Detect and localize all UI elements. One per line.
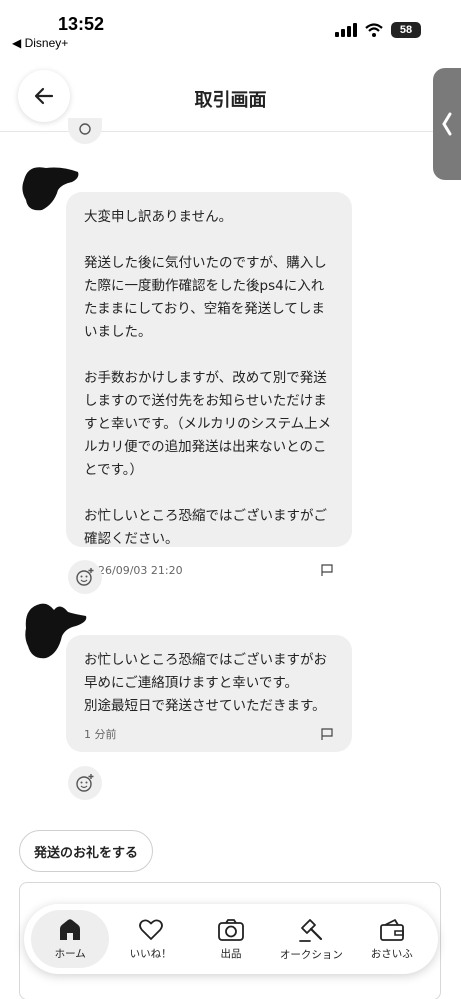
- nav-likes[interactable]: いいね！: [112, 910, 190, 968]
- reaction-button[interactable]: [68, 766, 102, 800]
- nav-wallet[interactable]: おさいふ: [353, 910, 431, 968]
- camera-icon: [218, 918, 244, 941]
- signal-icon: [335, 23, 357, 37]
- message-meta: 1 分前: [84, 726, 334, 742]
- wallet-icon: [379, 918, 404, 941]
- message-bubble: 大変申し訳ありません。 発送した後に気付いたのですが、購入した際に一度動作確認を…: [66, 192, 352, 577]
- reaction-button[interactable]: [68, 118, 102, 144]
- smiley-add-icon: [76, 774, 94, 792]
- nav-sell[interactable]: 出品: [192, 910, 270, 968]
- chevron-left-icon: [442, 112, 452, 136]
- back-to-app-link[interactable]: ◀ Disney+: [12, 36, 68, 50]
- smiley-add-icon: [76, 568, 94, 586]
- message-meta: 2026/09/03 21:20: [84, 563, 334, 577]
- nav-label: ホーム: [54, 947, 86, 960]
- send-thanks-button[interactable]: 発送のお礼をする: [19, 830, 154, 872]
- wifi-icon: [365, 23, 383, 37]
- status-icons: 58: [335, 22, 421, 38]
- gavel-icon: [299, 918, 323, 942]
- status-bar: 13:52 ◀ Disney+ 58: [0, 0, 461, 56]
- flag-icon[interactable]: [320, 727, 334, 741]
- flag-icon[interactable]: [320, 563, 334, 577]
- clock: 13:52: [58, 14, 105, 34]
- nav-label: 出品: [220, 947, 242, 960]
- message-text: お忙しいところ恐縮ではございますがお早めにご連絡頂けますと幸いです。 別途最短日…: [84, 652, 327, 714]
- smiley-add-icon: [79, 123, 91, 135]
- nav-label: いいね！: [129, 947, 172, 960]
- home-icon: [60, 918, 81, 940]
- message-timestamp: 1 分前: [84, 728, 117, 741]
- reaction-button[interactable]: [68, 560, 102, 594]
- battery-icon: 58: [391, 22, 421, 38]
- bottom-nav: ホーム いいね！ 出品 オークション おさいふ: [24, 904, 438, 974]
- nav-label: オークション: [279, 948, 343, 961]
- nav-auction[interactable]: オークション: [272, 910, 350, 968]
- message-text: 大変申し訳ありません。 発送した後に気付いたのですが、購入した際に一度動作確認を…: [84, 209, 332, 547]
- page-title: 取引画面: [194, 90, 267, 111]
- side-panel-tab[interactable]: [433, 68, 461, 180]
- heart-icon: [138, 918, 163, 940]
- message-bubble: お忙しいところ恐縮ではございますがお早めにご連絡頂けますと幸いです。 別途最短日…: [66, 635, 352, 752]
- nav-label: おさいふ: [370, 947, 413, 960]
- nav-home[interactable]: ホーム: [31, 910, 110, 968]
